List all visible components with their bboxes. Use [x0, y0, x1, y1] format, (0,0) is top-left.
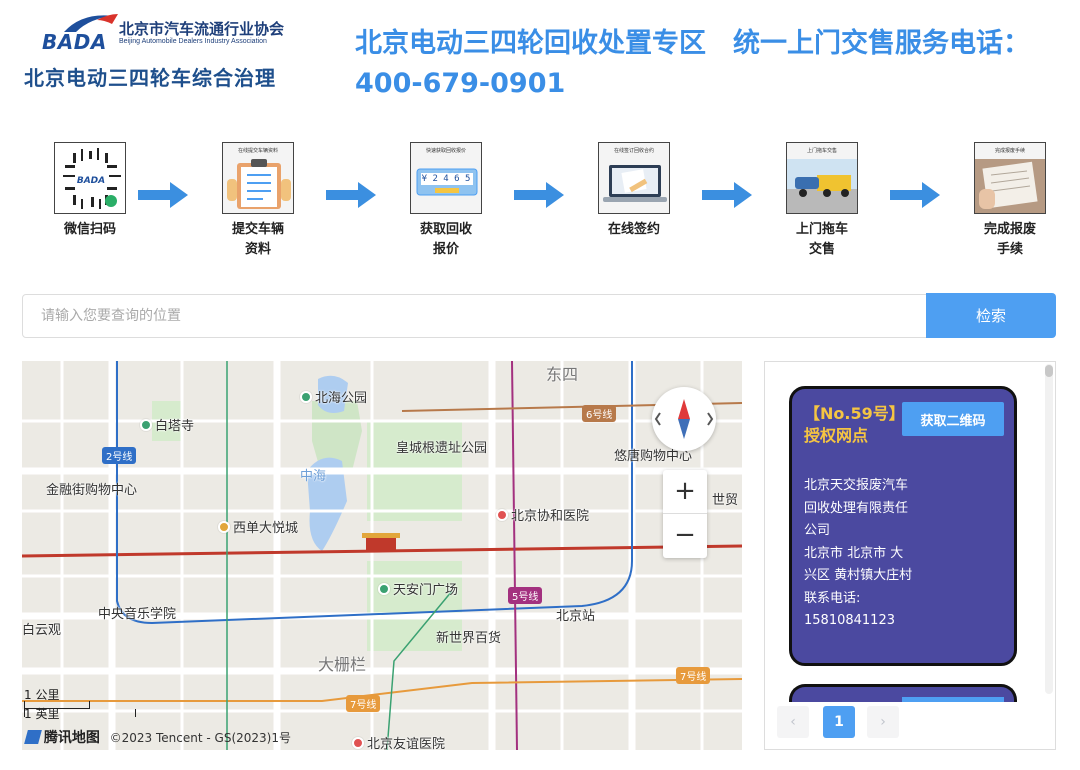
step-label: 完成报废 手续	[983, 222, 1036, 257]
service-headline: 北京电动三四轮回收处置专区 统一上门交售服务电话：400-679-0901	[355, 28, 1030, 99]
step-label: 微信扫码	[63, 222, 116, 237]
get-qrcode-button[interactable]: 获取二维码	[902, 402, 1004, 436]
park-icon	[300, 391, 312, 403]
compass-control[interactable]	[652, 387, 716, 451]
map-label-xidan[interactable]: 西单大悦城	[218, 517, 298, 536]
svg-text:BADA: BADA	[77, 176, 105, 186]
step-get-quote: 快速获取回收报价 ¥ 2 4 6 5 获取回收 报价	[386, 142, 506, 260]
step-finish-scrap: 完成报废手续 完成报废 手续	[950, 142, 1070, 260]
hospital-icon	[496, 509, 508, 521]
step-label: 上门拖车 交售	[795, 222, 848, 257]
dealer-address: 北京市 北京市 大兴区 黄村镇大庄村	[804, 545, 913, 584]
shopping-icon	[218, 521, 230, 533]
map-label-zhonghai: 中海	[300, 469, 327, 484]
dealer-phone-label: 联系电话:	[804, 590, 861, 606]
subway-line-badge: 7号线	[676, 667, 711, 684]
map-label-shimao[interactable]: 世贸	[712, 489, 738, 508]
dealer-card: 【No.59号】授权网点 获取二维码 北京天交报废汽车回收处理有限责任公司 北京…	[789, 386, 1017, 666]
association-name-en: Beijing Automobile Dealers Industry Asso…	[119, 38, 267, 45]
page-subtitle: 北京电动三四轮车综合治理	[24, 66, 276, 90]
map-label-youyi[interactable]: 北京友谊医院	[352, 733, 445, 750]
dealer-phone: 15810841123	[804, 613, 895, 628]
map-label-xiehe[interactable]: 北京协和医院	[496, 505, 589, 524]
step-label: 在线签约	[607, 222, 660, 237]
map-label-beijingzhan[interactable]: 北京站	[556, 605, 595, 624]
map-label-dashilan: 大栅栏	[318, 655, 367, 674]
scrollbar-track[interactable]	[1045, 364, 1053, 694]
clipboard-icon: 在线提交车辆资料	[222, 142, 294, 214]
map-label-baitasi[interactable]: 白塔寺	[140, 415, 194, 434]
zoom-in-button[interactable]: +	[663, 470, 707, 514]
next-page-button[interactable]: ›	[867, 706, 899, 738]
step-label: 获取回收 报价	[419, 222, 472, 257]
bada-logo-text: BADA	[42, 30, 107, 54]
association-logo: BADA 北京市汽车流通行业协会 Beijing Automobile Deal…	[24, 10, 324, 100]
step-wechat-scan: BADA 微信扫码	[30, 142, 150, 240]
arrow-right-icon	[514, 182, 564, 208]
arrow-right-icon	[702, 182, 752, 208]
map-label-tiananmen[interactable]: 天安门广场	[378, 579, 458, 598]
step-submit-info: 在线提交车辆资料 提交车辆 资料	[198, 142, 318, 260]
process-steps: BADA 微信扫码 在线提交车辆资料 提交车辆 资料 快速获取回收报价 ¥ 2 …	[30, 142, 1050, 262]
arrow-right-icon	[326, 182, 376, 208]
location-search-input[interactable]	[22, 294, 928, 338]
map-label-xinshijie[interactable]: 新世界百货	[436, 627, 501, 646]
search-button[interactable]: 检索	[926, 293, 1056, 338]
map-view[interactable]: 东四 北海公园 白塔寺 皇城根遗址公园 悠唐购物中心 中海 金融街购物中心 世贸…	[22, 361, 742, 750]
map-label-dongsi: 东四	[546, 365, 579, 384]
dealer-company: 北京天交报废汽车回收处理有限责任公司	[804, 478, 909, 538]
map-label-beihai[interactable]: 北海公园	[300, 387, 367, 406]
pagination: ‹ 1 ›	[765, 702, 1055, 749]
wechat-qr-icon: BADA	[54, 142, 126, 214]
laptop-sign-icon: 在线签订回收合约	[598, 142, 670, 214]
attribution-text: ©2023 Tencent - GS(2023)1号	[109, 731, 291, 745]
map-label-huangcheng[interactable]: 皇城根遗址公园	[396, 437, 487, 456]
step-sign-online: 在线签订回收合约 在线签约	[574, 142, 694, 240]
map-base	[22, 361, 742, 750]
arrow-right-icon	[138, 182, 188, 208]
temple-icon	[140, 419, 152, 431]
subway-line-badge: 5号线	[508, 587, 543, 604]
certificate-icon: 完成报废手续	[974, 142, 1046, 214]
page-1-button[interactable]: 1	[823, 706, 855, 738]
square-icon	[378, 583, 390, 595]
dealer-list-panel: 【No.59号】授权网点 获取二维码 北京天交报废汽车回收处理有限责任公司 北京…	[764, 361, 1056, 750]
hospital-icon	[352, 737, 364, 749]
attribution-brand: 腾讯地图	[43, 730, 100, 746]
price-digits: ¥ 2 4 6 5	[421, 174, 471, 184]
dealer-card-title: 【No.59号】授权网点	[804, 404, 897, 445]
map-label-zhongyang[interactable]: 中央音乐学院	[98, 603, 176, 622]
subway-line-badge: 7号线	[346, 695, 381, 712]
tow-truck-icon: 上门拖车交售	[786, 142, 858, 214]
prev-page-button[interactable]: ‹	[777, 706, 809, 738]
subway-line-badge: 6号线	[582, 405, 617, 422]
subway-line-badge: 2号线	[102, 447, 137, 464]
step-tow-pickup: 上门拖车交售 上门拖车 交售	[762, 142, 882, 260]
map-label-jinrongjie[interactable]: 金融街购物中心	[46, 479, 137, 498]
map-attribution: 腾讯地图 ©2023 Tencent - GS(2023)1号	[24, 727, 291, 747]
dealer-card-body: 北京天交报废汽车回收处理有限责任公司 北京市 北京市 大兴区 黄村镇大庄村 联系…	[804, 475, 914, 633]
scrollbar-thumb[interactable]	[1045, 365, 1053, 377]
map-label-baiyunguan[interactable]: 白云观	[22, 619, 61, 638]
association-name-cn: 北京市汽车流通行业协会	[119, 20, 285, 38]
compass-icon	[654, 399, 714, 439]
tencent-map-logo-icon	[24, 730, 42, 744]
zoom-out-button[interactable]: −	[663, 514, 707, 558]
arrow-right-icon	[890, 182, 940, 208]
scale-bar	[24, 709, 136, 717]
step-label: 提交车辆 资料	[231, 222, 284, 257]
zoom-control: + −	[663, 470, 707, 558]
price-tag-icon: 快速获取回收报价 ¥ 2 4 6 5	[410, 142, 482, 214]
